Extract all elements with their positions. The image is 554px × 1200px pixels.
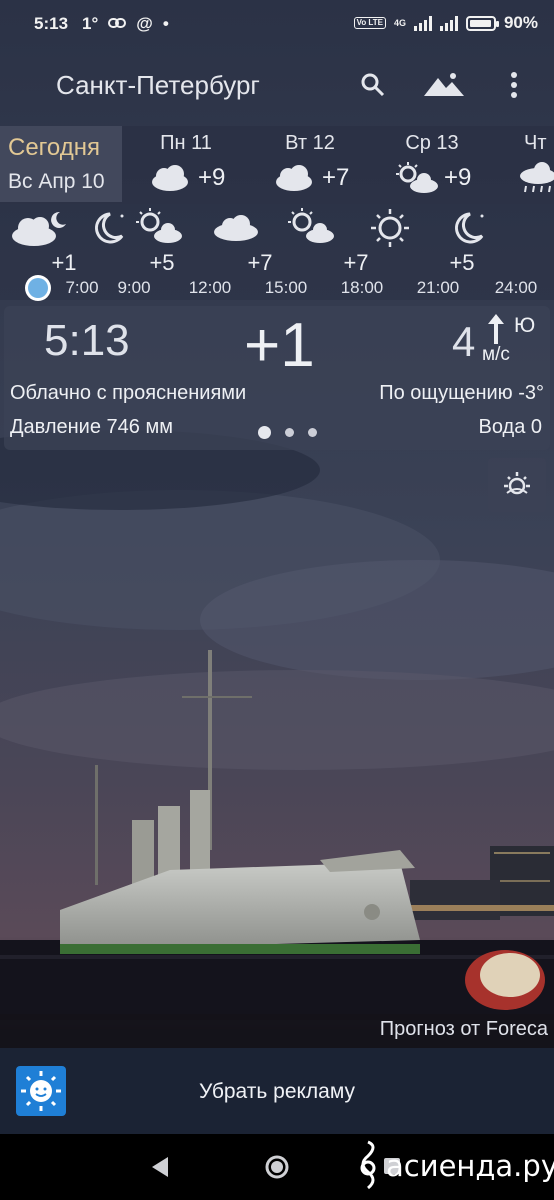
day-temp: +9: [444, 164, 472, 191]
hour-time: 9:00: [117, 278, 151, 297]
temperature-indicator: 1°: [82, 14, 99, 33]
forecast-credit[interactable]: Прогноз от Foreca: [380, 1018, 548, 1041]
wind-arrow-icon: [488, 314, 504, 344]
hour-time: 7:00: [65, 278, 99, 297]
page-dot: [308, 428, 317, 437]
cloudy-night-icon: [12, 211, 66, 246]
moon-icon: [455, 212, 484, 244]
partly-sunny-icon: [396, 162, 438, 193]
home-icon[interactable]: [264, 1154, 290, 1180]
day-today-date: Вс Апр 10: [8, 170, 105, 193]
cloudy-icon: [214, 215, 258, 241]
search-icon[interactable]: [358, 70, 388, 100]
status-time: 5:13: [34, 14, 69, 33]
watermark-text: асиенда.ру: [386, 1149, 554, 1183]
hour-temp: +5: [449, 250, 475, 275]
status-right: Vo LTE 4G 90%: [353, 13, 538, 33]
wind-direction: Ю: [514, 314, 536, 337]
battery-percent: 90%: [503, 13, 538, 32]
day-today[interactable]: Сегодня Вс Апр 10: [0, 126, 122, 202]
sunrise-icon: [504, 472, 530, 495]
hour-time: 18:00: [340, 278, 384, 297]
page-indicator: [258, 426, 317, 439]
hour-temp: +1: [51, 250, 77, 275]
app-header: Санкт-Петербург: [0, 48, 554, 124]
sun-icon: [371, 209, 409, 247]
city-title[interactable]: Санкт-Петербург: [56, 70, 260, 101]
condition-text: Облачно с прояснениями: [10, 382, 247, 404]
hour-time: 24:00: [494, 278, 538, 297]
signal-icon-2: [439, 15, 458, 31]
page-dot: [285, 428, 294, 437]
day-name: Пн 11: [160, 132, 212, 154]
dot-icon: •: [162, 14, 169, 33]
day-name: Вт 12: [285, 132, 335, 154]
day-item[interactable]: Ср 13 +9: [372, 126, 492, 202]
day-item[interactable]: Вт 12 +7: [250, 126, 370, 202]
remove-ads-button[interactable]: Убрать рекламу: [0, 1080, 554, 1104]
more-vert-icon[interactable]: [504, 70, 524, 100]
page-dot-active: [258, 426, 271, 439]
day-item[interactable]: Чт: [494, 126, 554, 202]
hour-temp: +5: [149, 250, 175, 275]
signal-icon: [413, 15, 432, 31]
volte-icon: Vo LTE: [353, 17, 386, 29]
day-name: Ср 13: [405, 132, 459, 154]
hourly-forecast[interactable]: +1 +5 +7 +7 +5 7:00 9:00 12:00 15:00 18:…: [0, 204, 554, 300]
link-icon: [108, 14, 127, 37]
partly-cloudy-icon: [152, 165, 188, 191]
moon-icon: [95, 212, 124, 244]
battery-icon: [465, 15, 499, 31]
watermark-logo-icon: [360, 1140, 376, 1190]
hour-time: 21:00: [416, 278, 460, 297]
pressure-text: Давление 746 мм: [10, 416, 173, 438]
hour-time: 15:00: [264, 278, 308, 297]
current-temperature: +1: [244, 311, 315, 380]
network-label: 4G: [393, 18, 406, 28]
current-time-marker: [28, 278, 48, 298]
daily-forecast-strip[interactable]: Сегодня Вс Апр 10 Пн 11 +9 Вт 12 +7 Ср 1…: [0, 126, 554, 204]
feels-like-text: По ощущению -3°: [379, 382, 544, 404]
water-temp-text: Вода 0: [478, 416, 543, 438]
day-today-label: Сегодня: [8, 134, 100, 161]
mountains-icon[interactable]: [422, 70, 466, 100]
day-name: Чт: [524, 132, 547, 154]
status-bar: 5:13 1° @ • Vo LTE 4G 90%: [0, 0, 554, 48]
partly-sunny-icon: [288, 208, 334, 243]
day-temp: +9: [198, 164, 226, 191]
day-temp: +7: [322, 164, 350, 191]
status-left-icons: 1° @ •: [82, 14, 169, 37]
rain-icon: [520, 162, 554, 193]
ad-bar[interactable]: Убрать рекламу: [0, 1048, 554, 1134]
current-conditions-card[interactable]: 5:13 +1 4 Ю м/с Облачно с прояснениями П…: [4, 306, 550, 450]
wind-unit: м/с: [482, 344, 510, 365]
watermark: асиенда.ру: [354, 1138, 554, 1194]
sun-info-button[interactable]: [488, 458, 546, 512]
hour-temp: +7: [343, 250, 369, 275]
at-icon: @: [136, 14, 153, 33]
current-time: 5:13: [44, 316, 130, 365]
partly-sunny-icon: [136, 208, 182, 243]
hour-temp: +7: [247, 250, 273, 275]
hour-time: 12:00: [188, 278, 232, 297]
wind-speed: 4: [452, 318, 476, 365]
cloudy-icon: [276, 165, 312, 191]
back-icon[interactable]: [150, 1156, 170, 1178]
day-item[interactable]: Пн 11 +9: [126, 126, 246, 202]
